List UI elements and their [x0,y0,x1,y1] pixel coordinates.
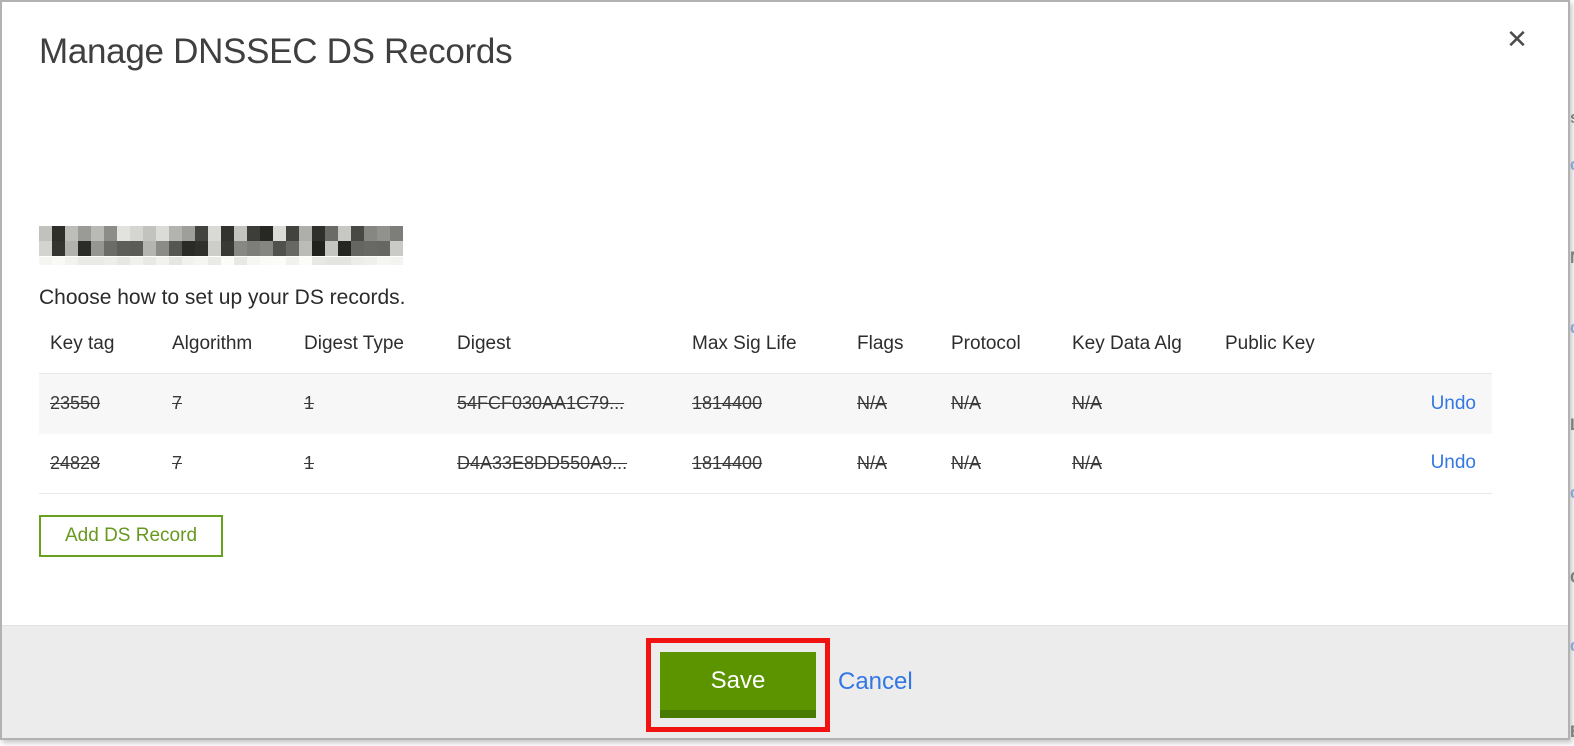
cell-digest-type: 1 [304,452,315,473]
add-ds-record-button[interactable]: Add DS Record [39,515,224,557]
cancel-link[interactable]: Cancel [838,668,913,696]
background-text-fragment: d [1570,636,1574,656]
modal-footer: Save Cancel [2,625,1568,738]
col-header-max-sig-life: Max Sig Life [692,333,797,354]
cell-protocol: N/A [951,452,982,473]
cell-flags: N/A [857,452,888,473]
background-page-strip: s d Nd Ld Cd E [1570,0,1574,746]
cell-digest: D4A33E8DD550A9... [457,452,628,473]
undo-link[interactable]: Undo [1431,393,1476,414]
cell-max-sig-life: 1814400 [692,393,763,414]
col-header-public-key: Public Key [1225,333,1315,354]
undo-link[interactable]: Undo [1431,452,1476,473]
manage-dnssec-modal: Manage DNSSEC DS Records ✕ Choose how to… [0,0,1570,740]
close-icon[interactable]: ✕ [1500,22,1534,56]
ds-record-row: 23550 7 1 54FCF030AA1C79... 1814400 N/A … [39,373,1492,434]
save-button[interactable]: Save [660,652,816,718]
modal-title: Manage DNSSEC DS Records [39,32,513,71]
table-header-row: Key tag Algorithm Digest Type Digest Max… [39,327,1492,374]
subtitle-text: Choose how to set up your DS records. [39,286,406,309]
col-header-digest-type: Digest Type [304,333,404,354]
ds-records-table: Key tag Algorithm Digest Type Digest Max… [39,327,1492,494]
cell-key-tag: 23550 [50,393,101,414]
col-header-flags: Flags [857,333,904,354]
cell-max-sig-life: 1814400 [692,452,763,473]
background-text-fragment: d [1570,318,1574,338]
redacted-domain [39,226,403,266]
cell-key-data-alg: N/A [1072,452,1103,473]
col-header-actions [1392,327,1492,374]
col-header-protocol: Protocol [951,333,1021,354]
annotation-highlight: Save [646,638,830,732]
background-text-fragment: s [1570,108,1574,128]
col-header-algorithm: Algorithm [172,333,253,354]
col-header-digest: Digest [457,333,511,354]
col-header-key-tag: Key tag [50,333,115,354]
background-text-fragment: d [1570,155,1574,175]
cell-key-data-alg: N/A [1072,393,1103,414]
background-text-fragment: L [1570,415,1574,435]
cell-algorithm: 7 [172,393,183,414]
background-text-fragment: C [1570,568,1574,588]
cell-flags: N/A [857,393,888,414]
cell-algorithm: 7 [172,452,183,473]
cell-key-tag: 24828 [50,452,101,473]
background-text-fragment: N [1570,248,1574,268]
cell-digest: 54FCF030AA1C79... [457,393,625,414]
background-text-fragment: E [1570,722,1574,742]
ds-record-row: 24828 7 1 D4A33E8DD550A9... 1814400 N/A … [39,434,1492,494]
background-text-fragment: d [1570,483,1574,503]
cell-protocol: N/A [951,393,982,414]
col-header-key-data-alg: Key Data Alg [1072,333,1182,354]
cell-digest-type: 1 [304,393,315,414]
